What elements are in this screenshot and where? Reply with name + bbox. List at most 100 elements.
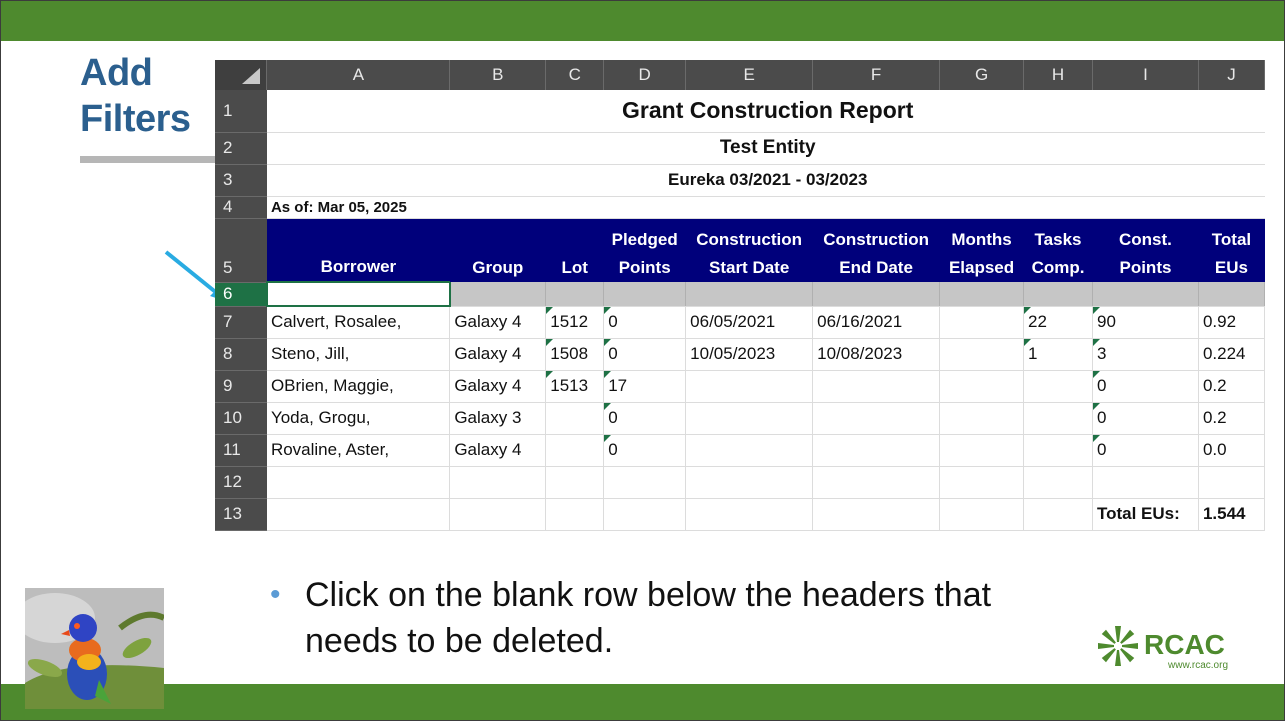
column-header-d[interactable]: D <box>603 60 687 90</box>
cell-months-elapsed[interactable] <box>939 434 1025 467</box>
header-lot[interactable]: Lot <box>545 218 604 282</box>
cell-group[interactable]: Galaxy 4 <box>449 338 547 371</box>
row-header-9[interactable]: 9 <box>215 370 267 403</box>
column-header-j[interactable]: J <box>1198 60 1266 90</box>
total-eus-value[interactable]: 1.544 <box>1198 498 1266 531</box>
table-row[interactable]: 7 Calvert, Rosalee, Galaxy 4 1512 0 06/0… <box>215 306 1266 339</box>
empty-cell[interactable] <box>266 466 451 499</box>
cell-tasks-comp[interactable]: 1 <box>1023 338 1093 371</box>
table-row[interactable]: 9 OBrien, Maggie, Galaxy 4 1513 17 0 0.2 <box>215 370 1266 403</box>
cell-const-points[interactable]: 0 <box>1092 402 1199 435</box>
empty-cell[interactable] <box>939 498 1025 531</box>
cell-borrower[interactable]: Yoda, Grogu, <box>266 402 451 435</box>
cell-tasks-comp[interactable] <box>1023 434 1093 467</box>
blank-cell[interactable] <box>449 282 547 307</box>
column-header-e[interactable]: E <box>685 60 814 90</box>
blank-cell[interactable] <box>603 282 687 307</box>
cell-group[interactable]: Galaxy 4 <box>449 434 547 467</box>
cell-borrower[interactable]: OBrien, Maggie, <box>266 370 451 403</box>
blank-cell[interactable] <box>1092 282 1199 307</box>
cell-tasks-comp[interactable]: 22 <box>1023 306 1093 339</box>
empty-cell[interactable] <box>812 466 941 499</box>
header-pledged-points[interactable]: Pledged Points <box>603 218 686 282</box>
row-header-1[interactable]: 1 <box>215 90 267 133</box>
empty-cell[interactable] <box>1198 466 1266 499</box>
row-header-5[interactable]: 5 <box>215 218 267 283</box>
cell-end-date[interactable] <box>812 434 941 467</box>
row-header-11[interactable]: 11 <box>215 434 267 467</box>
cell-start-date[interactable]: 06/05/2021 <box>685 306 814 339</box>
table-row[interactable]: 13 Total EUs: 1.544 <box>215 498 1266 531</box>
header-group[interactable]: Group <box>449 218 546 282</box>
cell-lot[interactable]: 1512 <box>545 306 605 339</box>
cell-months-elapsed[interactable] <box>939 338 1025 371</box>
report-title[interactable]: Grant Construction Report <box>266 90 1265 133</box>
cell-months-elapsed[interactable] <box>939 370 1025 403</box>
cell-tasks-comp[interactable] <box>1023 402 1093 435</box>
table-row[interactable]: 12 <box>215 466 1266 499</box>
cell-months-elapsed[interactable] <box>939 306 1025 339</box>
selected-cell[interactable] <box>265 281 451 307</box>
cell-pledged-points[interactable]: 0 <box>603 338 687 371</box>
cell-lot[interactable]: 1508 <box>545 338 605 371</box>
row-header-4[interactable]: 4 <box>215 196 267 219</box>
column-header-f[interactable]: F <box>812 60 941 90</box>
cell-end-date[interactable] <box>812 370 941 403</box>
cell-group[interactable]: Galaxy 3 <box>449 402 547 435</box>
empty-cell[interactable] <box>266 498 451 531</box>
row-header-6[interactable]: 6 <box>215 282 267 307</box>
cell-lot[interactable] <box>545 402 605 435</box>
cell-const-points[interactable]: 3 <box>1092 338 1199 371</box>
row-header-12[interactable]: 12 <box>215 466 267 499</box>
header-construction-start[interactable]: Construction Start Date <box>685 218 813 282</box>
cell-start-date[interactable]: 10/05/2023 <box>685 338 814 371</box>
header-construction-end[interactable]: Construction End Date <box>812 218 940 282</box>
cell-total-eus[interactable]: 0.2 <box>1198 402 1266 435</box>
cell-end-date[interactable] <box>812 402 941 435</box>
cell-pledged-points[interactable]: 0 <box>603 402 687 435</box>
empty-cell[interactable] <box>603 466 687 499</box>
empty-cell[interactable] <box>449 466 547 499</box>
cell-start-date[interactable] <box>685 434 814 467</box>
column-header-b[interactable]: B <box>449 60 547 90</box>
column-header-h[interactable]: H <box>1023 60 1093 90</box>
row-header-2[interactable]: 2 <box>215 132 267 165</box>
cell-lot[interactable] <box>545 434 605 467</box>
empty-cell[interactable] <box>939 466 1025 499</box>
cell-total-eus[interactable]: 0.2 <box>1198 370 1266 403</box>
empty-cell[interactable] <box>685 498 814 531</box>
blank-cell[interactable] <box>939 282 1025 307</box>
column-header-a[interactable]: A <box>266 60 451 90</box>
empty-cell[interactable] <box>812 498 941 531</box>
cell-group[interactable]: Galaxy 4 <box>449 370 547 403</box>
blank-cell[interactable] <box>685 282 814 307</box>
row-header-13[interactable]: 13 <box>215 498 267 531</box>
entity-name[interactable]: Test Entity <box>266 132 1265 165</box>
cell-total-eus[interactable]: 0.224 <box>1198 338 1266 371</box>
cell-pledged-points[interactable]: 0 <box>603 434 687 467</box>
cell-pledged-points[interactable]: 17 <box>603 370 687 403</box>
cell-start-date[interactable] <box>685 370 814 403</box>
blank-row[interactable]: 6 <box>215 281 1266 307</box>
cell-borrower[interactable]: Steno, Jill, <box>266 338 451 371</box>
report-period[interactable]: Eureka 03/2021 - 03/2023 <box>266 164 1265 197</box>
blank-cell[interactable] <box>812 282 941 307</box>
as-of-date[interactable]: As of: Mar 05, 2025 <box>266 196 1265 219</box>
header-const-points[interactable]: Const. Points <box>1092 218 1199 282</box>
empty-cell[interactable] <box>545 466 605 499</box>
column-header-i[interactable]: I <box>1092 60 1199 90</box>
row-header-10[interactable]: 10 <box>215 402 267 435</box>
header-borrower[interactable]: Borrower <box>266 218 450 282</box>
cell-total-eus[interactable]: 0.0 <box>1198 434 1266 467</box>
row-header-3[interactable]: 3 <box>215 164 267 197</box>
column-header-g[interactable]: G <box>939 60 1025 90</box>
cell-start-date[interactable] <box>685 402 814 435</box>
header-months-elapsed[interactable]: Months Elapsed <box>939 218 1024 282</box>
cell-group[interactable]: Galaxy 4 <box>449 306 547 339</box>
empty-cell[interactable] <box>545 498 605 531</box>
cell-end-date[interactable]: 10/08/2023 <box>812 338 941 371</box>
header-total-eus[interactable]: Total EUs <box>1198 218 1265 282</box>
empty-cell[interactable] <box>449 498 547 531</box>
cell-tasks-comp[interactable] <box>1023 370 1093 403</box>
cell-total-eus[interactable]: 0.92 <box>1198 306 1266 339</box>
